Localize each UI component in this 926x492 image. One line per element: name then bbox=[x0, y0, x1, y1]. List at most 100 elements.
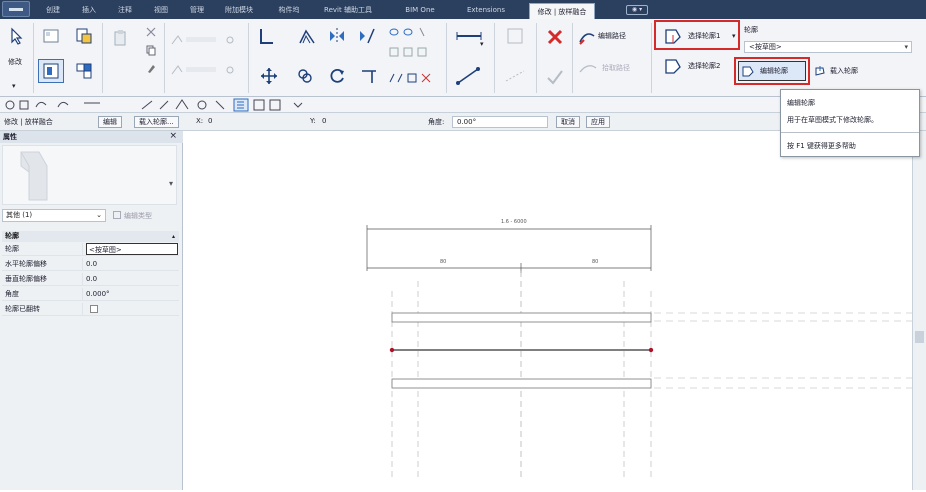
tab-create[interactable]: 创建 bbox=[40, 4, 66, 16]
array-icon bbox=[389, 73, 431, 83]
edit-trajectory-icon-wrap[interactable] bbox=[578, 29, 596, 45]
tab-extensions[interactable]: Extensions bbox=[458, 4, 514, 16]
reference-plane-button[interactable] bbox=[500, 65, 530, 87]
tab-manage[interactable]: 管理 bbox=[184, 4, 210, 16]
close-icon[interactable]: × bbox=[169, 131, 177, 141]
options-load-profile-button[interactable]: 载入轮廓... bbox=[134, 116, 179, 128]
property-value-profile[interactable]: <按草图> bbox=[86, 243, 178, 255]
tab-view[interactable]: 视图 bbox=[148, 4, 174, 16]
type-selector-value: 其他 (1) bbox=[6, 211, 33, 219]
properties-button[interactable] bbox=[40, 25, 62, 47]
property-row[interactable]: 水平轮廓偏移 0.0 bbox=[2, 258, 179, 271]
sketch-geometry[interactable] bbox=[184, 131, 912, 490]
edit-type-button[interactable]: 编辑类型 bbox=[113, 211, 152, 221]
rotate-icon bbox=[330, 68, 344, 83]
mirror-axis-button[interactable] bbox=[326, 25, 348, 47]
dimension-left-label[interactable]: 80 bbox=[440, 259, 446, 265]
property-row[interactable]: 角度 0.000° bbox=[2, 288, 179, 301]
split-tools[interactable] bbox=[386, 25, 434, 39]
align-icon bbox=[260, 29, 273, 44]
ribbon-tab-bar: 创建 插入 注释 视图 管理 附加模块 构件坞 Revit 辅助工具 BIM O… bbox=[0, 0, 926, 19]
rotate-button[interactable] bbox=[326, 65, 348, 87]
options-cancel-button[interactable]: 取消 bbox=[556, 116, 580, 128]
dimension-total-label[interactable]: 1.6 - 6000 bbox=[501, 219, 527, 225]
quick-access-icons[interactable] bbox=[4, 97, 384, 113]
drawing-canvas[interactable]: 1.6 - 6000 80 80 bbox=[184, 131, 912, 490]
trim-extend-button[interactable] bbox=[358, 65, 380, 87]
property-row[interactable]: 垂直轮廓偏移 0.0 bbox=[2, 273, 179, 286]
pin-tools[interactable] bbox=[386, 45, 434, 59]
collapse-icon[interactable]: ▴ bbox=[172, 231, 175, 242]
options-edit-button[interactable]: 编辑 bbox=[98, 116, 122, 128]
profile-combobox[interactable]: <按草图> ▾ bbox=[744, 41, 912, 53]
edit-trajectory-label[interactable]: 编辑路径 bbox=[598, 31, 626, 41]
x-offset-value[interactable]: 0 bbox=[208, 117, 212, 125]
tab-annotate[interactable]: 注释 bbox=[112, 4, 138, 16]
dimension-button[interactable] bbox=[454, 65, 484, 87]
offset-button[interactable] bbox=[296, 25, 318, 47]
paste-button[interactable] bbox=[110, 27, 132, 49]
application-menu-button[interactable] bbox=[2, 1, 30, 17]
edit-type-label: 编辑类型 bbox=[124, 212, 152, 220]
tab-revit-tools[interactable]: Revit 辅助工具 bbox=[316, 4, 380, 16]
select-profile1-button[interactable] bbox=[662, 27, 684, 45]
select-profile1-label[interactable]: 选择轮廓1 bbox=[688, 31, 720, 41]
tab-modify-swept-blend[interactable]: 修改 | 放样融合 bbox=[529, 3, 595, 19]
measure-dropdown[interactable]: ▾ bbox=[480, 39, 484, 49]
cut-button[interactable] bbox=[144, 25, 158, 39]
type-properties-button[interactable] bbox=[72, 25, 96, 47]
y-offset-value[interactable]: 0 bbox=[322, 117, 326, 125]
property-row[interactable]: 轮廓已翻转 bbox=[2, 303, 179, 316]
tab-component-dock[interactable]: 构件坞 bbox=[272, 4, 306, 16]
copy-button[interactable] bbox=[144, 43, 158, 57]
pin-icon bbox=[389, 47, 427, 57]
property-value[interactable]: 0.0 bbox=[86, 258, 178, 270]
cope-button[interactable] bbox=[170, 33, 240, 47]
category-label: 轮廓 bbox=[5, 232, 19, 240]
match-properties-button[interactable] bbox=[144, 61, 158, 75]
property-row[interactable]: 轮廓 <按草图> bbox=[2, 243, 179, 256]
tab-bim-one[interactable]: BIM One bbox=[400, 4, 440, 16]
align-button[interactable] bbox=[256, 25, 278, 47]
join-button[interactable] bbox=[170, 63, 240, 77]
profile-flipped-checkbox[interactable] bbox=[90, 305, 98, 313]
mirror-draw-axis-button[interactable] bbox=[356, 25, 378, 47]
copy-element-button[interactable] bbox=[294, 65, 316, 87]
property-value[interactable]: 0.0 bbox=[86, 273, 178, 285]
array-scale-tools[interactable] bbox=[386, 71, 434, 85]
finish-edit-mode-button[interactable] bbox=[544, 67, 566, 87]
property-value[interactable]: 0.000° bbox=[86, 288, 178, 300]
angle-input[interactable]: 0.00° bbox=[452, 116, 548, 128]
load-profile-icon-wrap[interactable] bbox=[812, 63, 828, 79]
category-header-profile[interactable]: 轮廓 ▴ bbox=[2, 231, 179, 242]
select-profile1-dropdown[interactable]: ▾ bbox=[732, 31, 736, 41]
cancel-edit-mode-button[interactable] bbox=[544, 27, 566, 47]
scrollbar-thumb[interactable] bbox=[915, 331, 924, 343]
tab-addins[interactable]: 附加模块 bbox=[218, 4, 260, 16]
property-key: 垂直轮廓偏移 bbox=[5, 273, 83, 285]
vertical-scrollbar[interactable] bbox=[912, 131, 926, 490]
family-types-button[interactable] bbox=[72, 59, 96, 83]
modify-button[interactable] bbox=[6, 25, 28, 47]
copy-element-icon bbox=[298, 69, 312, 83]
tab-insert[interactable]: 插入 bbox=[76, 4, 102, 16]
sketch-mode-button[interactable] bbox=[38, 59, 64, 83]
options-apply-button[interactable]: 应用 bbox=[586, 116, 610, 128]
type-selector-dropdown[interactable]: 其他 (1) ⌄ bbox=[2, 209, 106, 222]
select-profile2-button[interactable] bbox=[662, 57, 684, 75]
grid-sketch-icon bbox=[43, 63, 59, 79]
move-button[interactable] bbox=[258, 65, 280, 87]
tooltip-divider bbox=[781, 132, 919, 133]
svg-text:▾: ▾ bbox=[169, 179, 173, 188]
edit-profile-label[interactable]: 编辑轮廓 bbox=[760, 66, 788, 76]
set-work-plane-button[interactable] bbox=[500, 25, 530, 47]
properties-palette: 属性 × ▾ 其他 (1) ⌄ 编辑类型 轮廓 ▴ 轮廓 <按草图> 水平轮廓偏… bbox=[0, 131, 183, 490]
chevron-down-icon: ▾ bbox=[904, 43, 908, 51]
cope-icon bbox=[171, 35, 234, 45]
select-profile2-label[interactable]: 选择轮廓2 bbox=[688, 61, 720, 71]
load-profile-label[interactable]: 载入轮廓 bbox=[830, 66, 858, 76]
dimension-right-label[interactable]: 80 bbox=[592, 259, 598, 265]
type-properties-icon bbox=[76, 28, 92, 44]
modify-dropdown-arrow[interactable]: ▾ bbox=[12, 81, 16, 91]
ribbon-minimize-button[interactable]: ◉ ▾ bbox=[626, 5, 648, 15]
